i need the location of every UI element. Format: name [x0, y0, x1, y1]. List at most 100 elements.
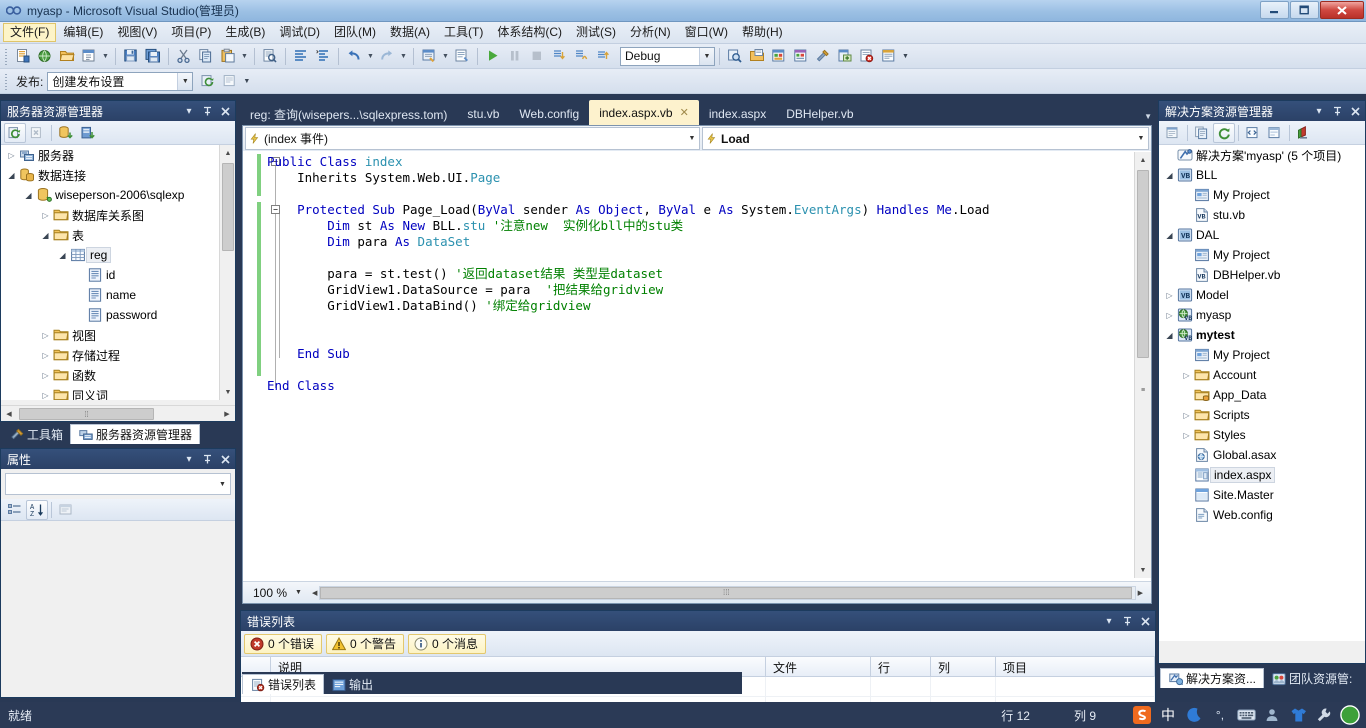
panel-menu-icon[interactable]: ▾ [1311, 103, 1327, 119]
view-designer-icon[interactable] [1264, 123, 1286, 143]
dock-tab[interactable]: 错误列表 [242, 674, 325, 694]
editor-vscrollbar[interactable]: ▲ ≡ ▼ [1134, 152, 1151, 578]
pin-icon[interactable] [199, 103, 215, 119]
error-filter-button[interactable]: 0 个错误 [244, 633, 323, 654]
maximize-button[interactable] [1290, 1, 1319, 19]
error-list-toolbar-icon[interactable] [856, 46, 878, 67]
scroll-up-icon[interactable]: ▲ [220, 145, 236, 161]
tree-item[interactable]: ▷ VB myasp [1159, 305, 1365, 325]
document-tab[interactable]: index.aspx [699, 103, 776, 125]
sogou-icon[interactable] [1132, 705, 1152, 725]
error-column-header[interactable]: 列 [931, 657, 996, 677]
tree-item[interactable]: id [1, 265, 235, 285]
cut-icon[interactable] [173, 46, 195, 67]
uncomment-lines-icon[interactable] [312, 46, 334, 67]
tree-item[interactable]: Web.config [1159, 505, 1365, 525]
chevron-right-icon[interactable]: ▷ [39, 325, 52, 345]
tree-item[interactable]: ▷ 同义词 [1, 385, 235, 400]
scrollbar-thumb[interactable]: ⁞⁞⁞ [320, 586, 1133, 599]
tree-item[interactable]: ▷ Account [1159, 365, 1365, 385]
chevron-right-icon[interactable]: ▷ [39, 345, 52, 365]
new-website-icon[interactable] [34, 46, 56, 67]
menu-item-12[interactable]: 窗口(W) [678, 23, 735, 42]
menu-item-4[interactable]: 生成(B) [218, 23, 272, 42]
publish-toolbar-overflow-icon[interactable]: ▼ [241, 71, 252, 92]
add-item-icon[interactable] [78, 46, 100, 67]
tree-item[interactable]: Global.asax [1159, 445, 1365, 465]
shirt-icon[interactable] [1288, 705, 1308, 725]
tree-item[interactable]: Site.Master [1159, 485, 1365, 505]
menu-item-7[interactable]: 数据(A) [383, 23, 437, 42]
chevron-right-icon[interactable]: ▷ [1163, 305, 1176, 325]
step-into-icon[interactable] [548, 46, 570, 67]
scroll-split-icon[interactable]: ≡ [1135, 382, 1151, 398]
property-pages-icon[interactable] [55, 500, 77, 520]
refresh-icon[interactable] [1213, 122, 1235, 143]
connect-database-icon[interactable] [55, 123, 77, 143]
menu-item-6[interactable]: 团队(M) [327, 23, 383, 42]
degree-icon[interactable]: °, [1210, 705, 1230, 725]
navigate-icon[interactable] [418, 46, 440, 67]
chevron-right-icon[interactable]: ▷ [1180, 365, 1193, 385]
tree-item[interactable]: ▷ 服务器 [1, 145, 235, 165]
chevron-down-icon[interactable]: ◢ [22, 185, 35, 205]
tree-item[interactable]: ▷ VB Model [1159, 285, 1365, 305]
add-item-dropdown-icon[interactable]: ▼ [100, 46, 111, 67]
tree-item[interactable]: index.aspx [1159, 465, 1365, 485]
redo-dropdown-icon[interactable]: ▼ [398, 46, 409, 67]
tree-item[interactable]: My Project [1159, 245, 1365, 265]
publish-toolbar-grip[interactable] [3, 72, 10, 90]
save-all-icon[interactable] [142, 46, 164, 67]
menu-item-11[interactable]: 分析(N) [623, 23, 678, 42]
options-icon[interactable] [812, 46, 834, 67]
chevron-right-icon[interactable]: ▷ [1180, 425, 1193, 445]
tree-item[interactable]: password [1, 305, 235, 325]
menu-item-3[interactable]: 项目(P) [164, 23, 218, 42]
chevron-down-icon[interactable]: ◢ [56, 245, 69, 265]
dock-tab[interactable]: 服务器资源管理器 [70, 424, 201, 444]
chevron-down-icon[interactable]: ▼ [685, 135, 699, 142]
dock-tab[interactable]: 团队资源管: [1264, 669, 1359, 688]
tree-item[interactable]: ▷ Scripts [1159, 405, 1365, 425]
find-icon[interactable] [259, 46, 281, 67]
scrollbar-thumb[interactable] [222, 163, 234, 251]
pin-icon[interactable] [1119, 613, 1135, 629]
tree-item[interactable]: App_Data [1159, 385, 1365, 405]
error-filter-button[interactable]: 0 个消息 [408, 633, 487, 654]
scrollbar-thumb[interactable] [1137, 170, 1149, 358]
publish-profile-combo[interactable]: 创建发布设置 ▼ [47, 71, 194, 91]
tree-item[interactable]: VB stu.vb [1159, 205, 1365, 225]
member-combo[interactable]: Load ▼ [702, 127, 1149, 150]
editor-hscroll-track[interactable]: ⁞⁞⁞ [319, 585, 1136, 600]
stop-refresh-icon[interactable] [26, 123, 48, 143]
tree-item[interactable]: ◢ VB BLL [1159, 165, 1365, 185]
document-tab[interactable]: reg: 查询(wisepers...\sqlexpress.tom) [240, 103, 457, 125]
document-tab[interactable]: stu.vb [457, 103, 509, 125]
publish-refresh-icon[interactable] [197, 71, 219, 92]
tree-item[interactable]: ◢ VB mytest [1159, 325, 1365, 345]
dock-tab[interactable]: 工具箱 [2, 425, 70, 444]
properties-grid[interactable] [1, 521, 235, 697]
start-debugging-icon[interactable] [482, 46, 504, 67]
editor-zoom-value[interactable]: 100 % [253, 586, 287, 600]
pause-icon[interactable] [504, 46, 526, 67]
tree-item[interactable]: ▷ 数据库关系图 [1, 205, 235, 225]
tree-item[interactable]: ◢ 数据连接 [1, 165, 235, 185]
new-query-icon[interactable] [746, 46, 768, 67]
alphabetical-sort-icon[interactable]: AZ [26, 499, 48, 520]
open-file-icon[interactable] [56, 46, 78, 67]
properties-object-combo[interactable]: ▼ [5, 473, 231, 495]
tree-item[interactable]: ◢ 表 [1, 225, 235, 245]
tree-item[interactable]: My Project [1159, 185, 1365, 205]
tree-item[interactable]: VB DBHelper.vb [1159, 265, 1365, 285]
refresh-icon[interactable] [4, 122, 26, 143]
chevron-down-icon[interactable]: ▼ [1134, 135, 1148, 142]
menu-item-8[interactable]: 工具(T) [437, 23, 490, 42]
document-tab[interactable]: DBHelper.vb [776, 103, 863, 125]
panel-menu-icon[interactable]: ▾ [181, 103, 197, 119]
chevron-down-icon[interactable]: ▼ [699, 47, 714, 65]
toggle-preview-icon[interactable] [1293, 123, 1315, 143]
redo-icon[interactable] [376, 46, 398, 67]
scroll-up-icon[interactable]: ▲ [1135, 152, 1151, 168]
tree-item[interactable]: ▷ 视图 [1, 325, 235, 345]
